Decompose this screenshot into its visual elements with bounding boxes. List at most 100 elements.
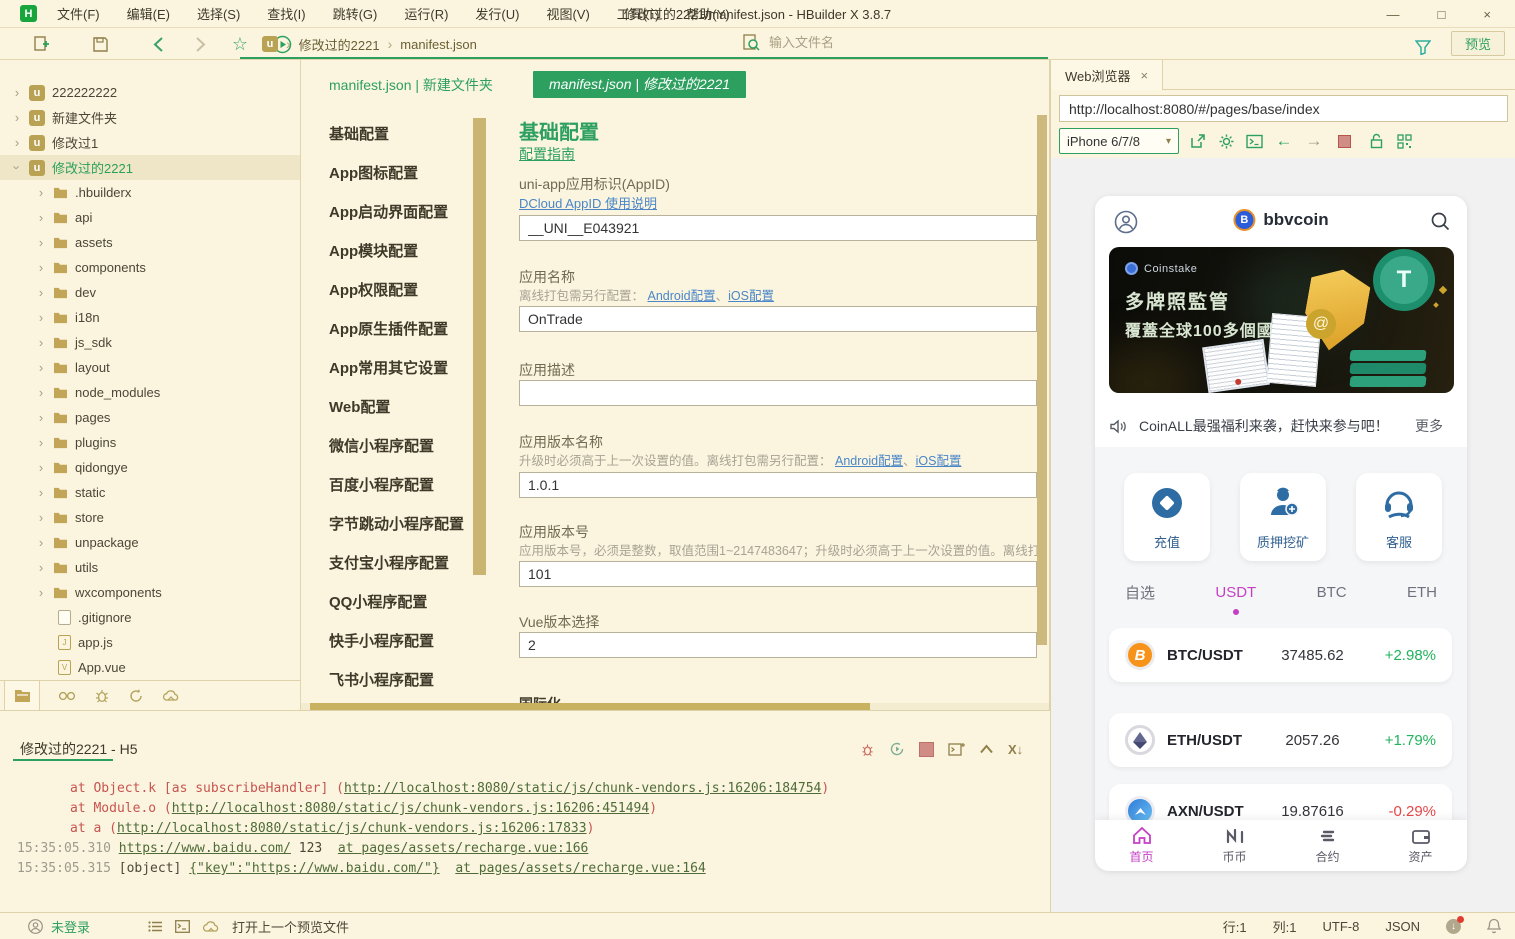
- section-nav-baidu[interactable]: 百度小程序配置: [301, 466, 473, 505]
- stop-icon[interactable]: [919, 741, 934, 757]
- menu-staking[interactable]: 质押挖矿: [1240, 473, 1326, 561]
- menu-find[interactable]: 查找(I): [267, 4, 305, 23]
- section-nav-alipay[interactable]: 支付宝小程序配置: [301, 544, 473, 583]
- qr-code-icon[interactable]: [1393, 130, 1415, 152]
- nav-contract[interactable]: 合约: [1281, 820, 1374, 871]
- section-nav-permissions[interactable]: App权限配置: [301, 271, 473, 310]
- cloud-sync-icon[interactable]: [202, 920, 220, 933]
- chevron-right-icon[interactable]: ›: [12, 110, 22, 125]
- section-nav-weixin[interactable]: 微信小程序配置: [301, 427, 473, 466]
- open-prev-preview[interactable]: 打开上一个预览文件: [232, 917, 349, 936]
- collapse-panel-icon[interactable]: [979, 744, 994, 754]
- tree-folder[interactable]: › api: [0, 205, 300, 230]
- browser-tab[interactable]: Web浏览器 ×: [1051, 60, 1163, 90]
- outline-list-icon[interactable]: [148, 920, 163, 933]
- chevron-right-icon[interactable]: ›: [12, 135, 22, 150]
- save-button[interactable]: [88, 32, 112, 56]
- forward-button[interactable]: [188, 32, 212, 56]
- terminal-icon[interactable]: [1243, 130, 1265, 152]
- chevron-right-icon[interactable]: ›: [36, 360, 46, 375]
- tree-folder[interactable]: › pages: [0, 405, 300, 430]
- lock-icon[interactable]: [1365, 130, 1387, 152]
- debug-tab-icon[interactable]: [94, 688, 110, 703]
- ios-config-link[interactable]: iOS配置: [916, 454, 962, 468]
- notice-more-link[interactable]: 更多: [1415, 416, 1443, 436]
- new-file-button[interactable]: [30, 32, 54, 56]
- console-tab[interactable]: 修改过的2221 - H5: [20, 739, 137, 759]
- menu-goto[interactable]: 跳转(G): [333, 4, 378, 23]
- menu-edit[interactable]: 编辑(E): [127, 4, 170, 23]
- chevron-right-icon[interactable]: ›: [36, 260, 46, 275]
- section-nav-app-icon[interactable]: App图标配置: [301, 154, 473, 193]
- chevron-right-icon[interactable]: ›: [12, 85, 22, 100]
- menu-file[interactable]: 文件(F): [57, 4, 100, 23]
- tree-file[interactable]: Japp.js: [0, 630, 300, 655]
- tree-folder[interactable]: › static: [0, 480, 300, 505]
- file-type[interactable]: JSON: [1385, 919, 1420, 934]
- breadcrumb-file[interactable]: manifest.json: [400, 37, 477, 52]
- android-config-link[interactable]: Android配置: [835, 454, 903, 468]
- horizontal-scrollbar[interactable]: [301, 703, 1049, 710]
- avatar-icon[interactable]: [1114, 210, 1138, 234]
- filter-icon[interactable]: [1411, 35, 1435, 59]
- bell-icon[interactable]: [1487, 918, 1501, 934]
- section-nav-bytedance[interactable]: 字节跳动小程序配置: [301, 505, 473, 544]
- market-row-eth[interactable]: ETH/USDT 2057.26 +1.79%: [1109, 713, 1452, 767]
- tree-folder[interactable]: › unpackage: [0, 530, 300, 555]
- chevron-right-icon[interactable]: ›: [36, 310, 46, 325]
- tree-folder[interactable]: › utils: [0, 555, 300, 580]
- section-nav-base[interactable]: 基础配置: [301, 115, 473, 154]
- log-link[interactable]: https://www.baidu.com/: [119, 841, 291, 856]
- source-link[interactable]: at pages/assets/recharge.vue:164: [455, 861, 705, 876]
- chevron-right-icon[interactable]: ›: [36, 435, 46, 450]
- section-nav-app-other[interactable]: App常用其它设置: [301, 349, 473, 388]
- url-input[interactable]: [1059, 95, 1508, 122]
- vertical-scrollbar[interactable]: [1037, 115, 1047, 703]
- stack-link[interactable]: http://localhost:8080/static/js/chunk-ve…: [172, 801, 649, 816]
- nav-assets[interactable]: 资产: [1374, 820, 1467, 871]
- chevron-right-icon[interactable]: ›: [36, 285, 46, 300]
- gear-icon[interactable]: [1215, 130, 1237, 152]
- tree-folder[interactable]: › components: [0, 255, 300, 280]
- clear-console-icon[interactable]: X↓: [1008, 742, 1023, 757]
- tree-folder[interactable]: › js_sdk: [0, 330, 300, 355]
- tree-folder[interactable]: › layout: [0, 355, 300, 380]
- tree-folder[interactable]: › i18n: [0, 305, 300, 330]
- appid-doc-link[interactable]: DCloud AppID 使用说明: [519, 193, 657, 212]
- appid-input[interactable]: [519, 215, 1037, 241]
- tree-folder[interactable]: › dev: [0, 280, 300, 305]
- chevron-right-icon[interactable]: ›: [36, 410, 46, 425]
- chevron-right-icon[interactable]: ›: [36, 385, 46, 400]
- chevron-right-icon[interactable]: ›: [36, 485, 46, 500]
- minimize-button[interactable]: —: [1387, 7, 1400, 22]
- tree-project-selected[interactable]: › u 修改过的2221: [0, 155, 300, 180]
- preview-button[interactable]: 预览: [1450, 31, 1505, 56]
- sync-tab-icon[interactable]: [128, 688, 144, 703]
- tree-project[interactable]: › u 修改过1: [0, 130, 300, 155]
- tree-folder[interactable]: › node_modules: [0, 380, 300, 405]
- menu-recharge[interactable]: 充值: [1124, 473, 1210, 561]
- chevron-right-icon[interactable]: ›: [36, 335, 46, 350]
- version-name-input[interactable]: [519, 472, 1037, 498]
- section-nav-kuaishou[interactable]: 快手小程序配置: [301, 622, 473, 661]
- section-nav-web[interactable]: Web配置: [301, 388, 473, 427]
- tree-folder[interactable]: › wxcomponents: [0, 580, 300, 605]
- app-desc-input[interactable]: [519, 380, 1037, 406]
- chevron-right-icon[interactable]: ›: [36, 560, 46, 575]
- tab-btc[interactable]: BTC: [1317, 584, 1347, 601]
- tree-project[interactable]: › u 新建文件夹: [0, 105, 300, 130]
- nav-home[interactable]: 首页: [1095, 820, 1188, 871]
- tab-eth[interactable]: ETH: [1407, 584, 1437, 601]
- browser-stop-icon[interactable]: [1333, 130, 1355, 152]
- version-code-input[interactable]: [519, 561, 1037, 587]
- browser-forward-icon[interactable]: →: [1303, 130, 1325, 152]
- chevron-right-icon[interactable]: ›: [36, 210, 46, 225]
- section-nav-modules[interactable]: App模块配置: [301, 232, 473, 271]
- tree-folder[interactable]: › store: [0, 505, 300, 530]
- chevron-right-icon[interactable]: ›: [36, 585, 46, 600]
- chevron-right-icon[interactable]: ›: [36, 185, 46, 200]
- open-external-icon[interactable]: [1187, 130, 1209, 152]
- menu-select[interactable]: 选择(S): [197, 4, 240, 23]
- section-nav-splash[interactable]: App启动界面配置: [301, 193, 473, 232]
- terminal-icon[interactable]: [175, 919, 190, 933]
